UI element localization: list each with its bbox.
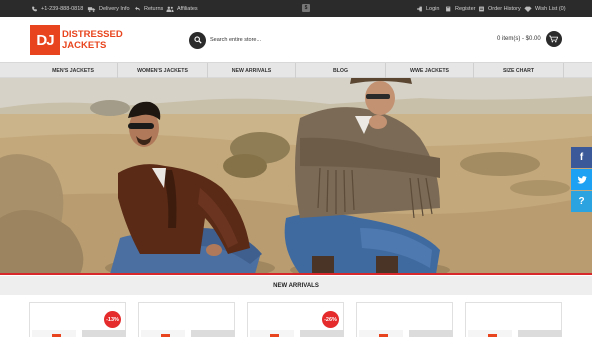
- main-nav: MEN'S JACKETS WOMEN'S JACKETS NEW ARRIVA…: [0, 62, 592, 78]
- hero-divider: [0, 273, 592, 275]
- delivery-info-link[interactable]: Delivery Info: [87, 0, 130, 17]
- logo-line-1: DISTRESSED: [62, 29, 123, 40]
- twitter-button[interactable]: [571, 169, 592, 190]
- product-card[interactable]: -26%: [247, 302, 344, 337]
- twitter-icon: [576, 175, 587, 184]
- logo-mark: DJ: [30, 25, 60, 55]
- diamond-icon: [524, 6, 532, 12]
- discount-badge: -13%: [104, 311, 121, 328]
- product-thumbnail-alt: [300, 330, 344, 337]
- cart-icon: [549, 35, 559, 43]
- wishlist-link[interactable]: Wish List (0): [524, 0, 566, 17]
- product-thumbnail-alt: [409, 330, 453, 337]
- affiliates-label: Affiliates: [177, 5, 198, 12]
- site-logo[interactable]: DJ DISTRESSED JACKETS: [30, 25, 123, 55]
- currency-icon[interactable]: $: [302, 4, 310, 12]
- nav-wwe-jackets[interactable]: WWE JACKETS: [386, 63, 474, 78]
- help-button[interactable]: ?: [571, 191, 592, 212]
- nav-mens-jackets[interactable]: MEN'S JACKETS: [29, 63, 118, 78]
- returns-label: Returns: [144, 5, 164, 12]
- logo-wordmark: DISTRESSED JACKETS: [62, 29, 123, 51]
- register-link[interactable]: Register: [445, 0, 475, 17]
- order-history-icon: [479, 6, 484, 11]
- logo-line-2: JACKETS: [62, 40, 107, 51]
- product-thumbnail-alt: [518, 330, 562, 337]
- order-history-link[interactable]: Order History: [478, 0, 521, 17]
- new-arrivals-header: NEW ARRIVALS: [0, 276, 592, 295]
- nav-blog[interactable]: BLOG: [296, 63, 386, 78]
- product-thumbnail-alt: [82, 330, 126, 337]
- phone-link[interactable]: +1-239-888-0818: [31, 0, 83, 17]
- facebook-icon: f: [579, 152, 584, 163]
- returns-link[interactable]: Returns: [134, 0, 163, 17]
- login-label: Login: [426, 5, 440, 12]
- cart-summary[interactable]: 0 item(s) - $0.00: [497, 31, 562, 47]
- discount-badge: -26%: [322, 311, 339, 328]
- register-icon: [446, 6, 451, 11]
- hero-photo: [0, 78, 592, 274]
- order-history-label: Order History: [488, 5, 521, 12]
- product-card[interactable]: [356, 302, 453, 337]
- search-bar: [189, 31, 369, 49]
- product-card[interactable]: [138, 302, 235, 337]
- register-label: Register: [455, 5, 476, 12]
- login-icon: [417, 6, 422, 11]
- product-card[interactable]: [465, 302, 562, 337]
- search-button[interactable]: [189, 31, 206, 49]
- phone-number: +1-239-888-0818: [41, 5, 84, 12]
- nav-size-chart[interactable]: SIZE CHART: [474, 63, 564, 78]
- cart-button[interactable]: [545, 31, 562, 47]
- delivery-info-label: Delivery Info: [99, 5, 130, 12]
- help-icon: ?: [578, 196, 585, 207]
- product-card[interactable]: -13%: [29, 302, 126, 337]
- search-input[interactable]: [210, 37, 360, 43]
- cart-total-label: 0 item(s) - $0.00: [497, 36, 541, 42]
- nav-womens-jackets[interactable]: WOMEN'S JACKETS: [118, 63, 208, 78]
- wishlist-label: Wish List (0): [535, 5, 566, 12]
- nav-new-arrivals[interactable]: NEW ARRIVALS: [208, 63, 296, 78]
- top-bar: +1-239-888-0818 Delivery Info Returns Af…: [0, 0, 592, 17]
- phone-icon: [32, 6, 37, 11]
- affiliates-link[interactable]: Affiliates: [166, 0, 198, 17]
- search-icon: [193, 36, 202, 44]
- hero-banner[interactable]: [0, 78, 592, 274]
- product-thumbnail-alt: [191, 330, 235, 337]
- login-link[interactable]: Login: [416, 0, 439, 17]
- truck-icon: [87, 6, 96, 12]
- facebook-button[interactable]: f: [571, 147, 592, 168]
- site-header: DJ DISTRESSED JACKETS 0 item(s) - $0.00: [0, 17, 592, 61]
- new-arrivals-title: NEW ARRIVALS: [273, 282, 319, 289]
- returns-icon: [135, 6, 140, 11]
- users-icon: [166, 6, 174, 12]
